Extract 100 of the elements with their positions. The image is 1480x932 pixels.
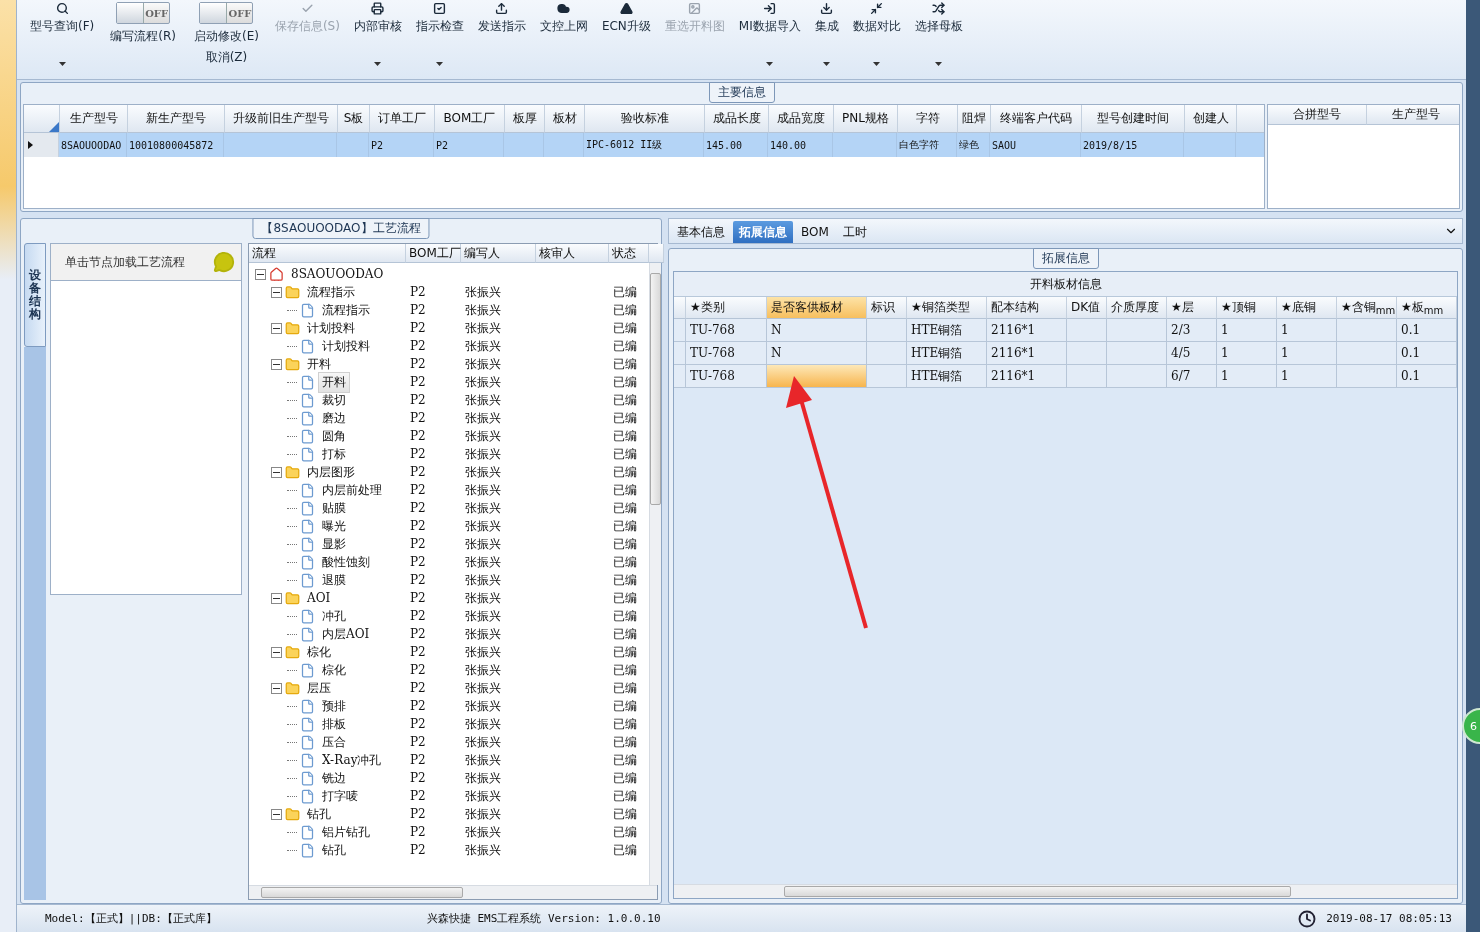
scrollbar-thumb[interactable] — [650, 273, 661, 505]
table-row[interactable]: 8SAOUOODAO 10010800045872 P2 P2 IPC-6012 II级 145.00 140.00 白色字符 绿色 SAOU 2019/8/15 — [24, 133, 1264, 157]
caret-icon — [935, 62, 943, 66]
column-header[interactable]: ★底铜 — [1277, 297, 1337, 319]
search-icon — [55, 1, 69, 15]
toolbar-button[interactable]: ECN升级 — [594, 0, 658, 66]
row-header[interactable] — [24, 133, 59, 157]
document-icon — [300, 446, 315, 462]
table-cell — [1067, 319, 1107, 342]
scrollbar-thumb[interactable] — [784, 886, 1291, 897]
column-header[interactable]: 成品长度 — [705, 105, 769, 133]
column-header[interactable]: 生产型号 — [1367, 105, 1459, 125]
column-header[interactable]: 是否客供板材 — [767, 297, 867, 319]
column-header[interactable]: ★板$_{mm}$ — [1397, 297, 1457, 319]
table-cell: 2116*1 — [987, 342, 1067, 365]
toggle-switch[interactable]: OFF — [116, 2, 171, 24]
tree-cell: 已编 — [613, 823, 637, 841]
toolbar-button[interactable]: 集成 — [807, 0, 846, 66]
column-header[interactable]: 配本结构 — [987, 297, 1067, 319]
header-filler — [1237, 105, 1264, 133]
collapse-icon[interactable] — [271, 286, 282, 298]
tab[interactable]: 拓展信息 — [733, 221, 793, 243]
column-header[interactable]: 成品宽度 — [769, 105, 834, 133]
toolbar-button[interactable]: 内部审核 — [346, 0, 409, 66]
tree-node[interactable]: 开料 — [318, 371, 350, 393]
table-row[interactable]: TU-768 HTE铜箔 2116*1 6/7 1 1 0.1 — [674, 365, 1457, 388]
column-header[interactable]: 创建人 — [1185, 105, 1237, 133]
toggle-switch[interactable]: OFF — [199, 2, 254, 24]
tree-cell: 张振兴 — [465, 499, 501, 517]
column-header[interactable]: PNL规格 — [834, 105, 898, 133]
tree-node[interactable]: AOI — [303, 589, 335, 607]
document-icon — [300, 482, 315, 498]
column-header[interactable]: 订单工厂 — [370, 105, 435, 133]
table-cell: 1 — [1217, 365, 1277, 388]
shuffle-icon — [932, 1, 946, 15]
clock-icon — [1298, 909, 1317, 928]
column-header[interactable]: BOM工厂 — [406, 244, 461, 263]
tree-cell: 已编 — [613, 751, 637, 769]
tree-cell: P2 — [410, 681, 426, 695]
table-cell — [1067, 365, 1107, 388]
toolbar-button[interactable]: 选择母板 — [907, 0, 970, 66]
tree-cell: 已编 — [613, 319, 637, 337]
collapse-icon[interactable] — [271, 646, 282, 658]
column-header[interactable]: 标识 — [867, 297, 907, 319]
row-pointer-icon — [28, 141, 33, 149]
document-icon — [300, 716, 315, 732]
table-row[interactable]: TU-768 N HTE铜箔 2116*1 4/5 1 1 0.1 — [674, 342, 1457, 365]
column-header[interactable]: S板 — [338, 105, 370, 133]
column-header[interactable]: 终端客户代码 — [991, 105, 1082, 133]
collapse-icon[interactable] — [255, 268, 266, 280]
document-icon — [300, 770, 315, 786]
column-header[interactable]: DK值 — [1067, 297, 1107, 319]
column-header[interactable]: 新生产型号 — [128, 105, 225, 133]
table-cell: 2116*1 — [987, 365, 1067, 388]
collapse-icon[interactable] — [271, 322, 282, 334]
document-icon — [300, 554, 315, 570]
scrollbar-thumb[interactable] — [261, 887, 463, 898]
column-header[interactable]: 升级前旧生产型号 — [225, 105, 338, 133]
table-cell: 绿色 — [957, 133, 990, 157]
toolbar-button[interactable]: 型号查询(F) — [23, 0, 102, 66]
tree-cell: P2 — [410, 663, 426, 677]
column-header[interactable]: ★铜箔类型 — [907, 297, 987, 319]
tab[interactable]: BOM — [795, 221, 835, 243]
collapse-icon[interactable] — [271, 358, 282, 370]
tree-cell: 张振兴 — [465, 769, 501, 787]
tree-node[interactable]: 8SAOUOODAO — [287, 265, 388, 283]
column-header[interactable]: 介质厚度 — [1107, 297, 1167, 319]
tree-cell: 已编 — [613, 805, 637, 823]
column-header[interactable]: BOM工厂 — [435, 105, 505, 133]
tree-cell: 张振兴 — [465, 337, 501, 355]
toolbar-button[interactable]: 指示检查 — [408, 0, 471, 66]
collapse-icon[interactable] — [271, 592, 282, 604]
column-header[interactable]: ★含铜$_{mm}$ — [1337, 297, 1397, 319]
column-header[interactable]: 流程 — [249, 244, 406, 263]
column-header[interactable]: 合拼型号 — [1268, 105, 1367, 125]
column-header[interactable]: 状态 — [609, 244, 649, 263]
collapse-icon[interactable] — [271, 466, 282, 478]
collapse-icon[interactable] — [271, 808, 282, 820]
column-header[interactable]: 验收标准 — [585, 105, 705, 133]
column-header[interactable]: ★类别 — [686, 297, 767, 319]
collapse-icon[interactable] — [271, 682, 282, 694]
toolbar-button[interactable]: 发送指示 — [470, 0, 533, 66]
column-header[interactable]: 型号创建时间 — [1082, 105, 1185, 133]
table-row[interactable]: TU-768 N HTE铜箔 2116*1 2/3 1 1 0.1 — [674, 319, 1457, 342]
table-cell: 140.00 — [768, 133, 833, 157]
column-header[interactable]: 生产型号 — [60, 105, 128, 133]
column-header[interactable]: 字符 — [898, 105, 958, 133]
column-header[interactable]: 编写人 — [461, 244, 536, 263]
column-header[interactable]: 核审人 — [536, 244, 609, 263]
column-header[interactable]: 板厚 — [505, 105, 545, 133]
toolbar-button[interactable]: 数据对比 — [845, 0, 908, 66]
toolbar-button[interactable]: MI数据导入 — [731, 0, 808, 66]
column-header[interactable]: ★顶铜 — [1217, 297, 1277, 319]
column-header[interactable]: 板材 — [545, 105, 585, 133]
toolbar-button[interactable]: 文控上网 — [532, 0, 595, 66]
side-tab[interactable]: 设备结构 — [24, 243, 46, 347]
tab[interactable]: 基本信息 — [671, 221, 731, 243]
column-header[interactable]: ★层 — [1167, 297, 1217, 319]
column-header[interactable]: 阻焊 — [958, 105, 991, 133]
tab[interactable]: 工时 — [836, 221, 873, 243]
